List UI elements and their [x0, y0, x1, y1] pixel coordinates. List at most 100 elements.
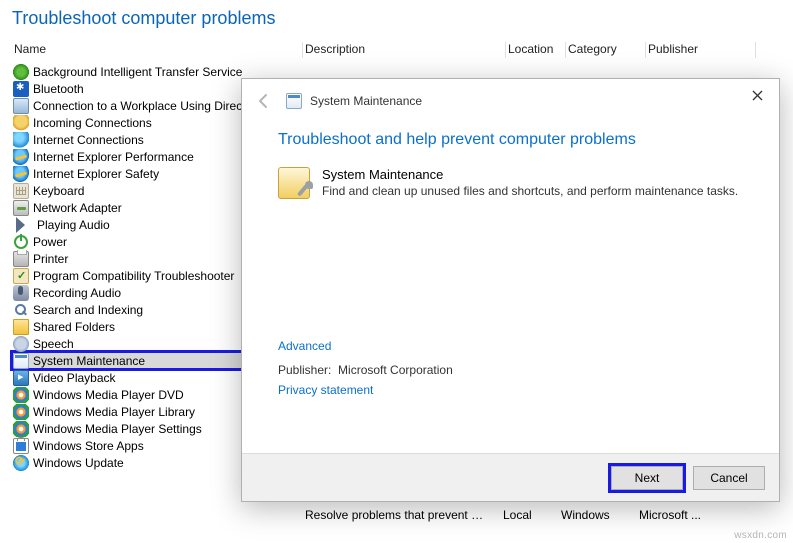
back-button	[252, 89, 276, 113]
video-icon	[13, 370, 29, 386]
list-item-label: Internet Explorer Safety	[33, 167, 159, 181]
list-item[interactable]: Shared Folders	[12, 318, 272, 335]
list-item[interactable]: Search and Indexing	[12, 301, 272, 318]
update-icon	[13, 455, 29, 471]
publisher-value: Microsoft Corporation	[338, 363, 453, 377]
wmp-icon	[13, 421, 29, 437]
list-item[interactable]: Printer	[12, 250, 272, 267]
list-item[interactable]: Windows Media Player Library	[12, 403, 272, 420]
privacy-statement-link[interactable]: Privacy statement	[278, 383, 743, 397]
wizard-header: System Maintenance	[242, 79, 779, 123]
list-item[interactable]: Keyboard	[12, 182, 272, 199]
list-item[interactable]: Windows Store Apps	[12, 437, 272, 454]
advanced-link[interactable]: Advanced	[278, 339, 743, 353]
column-header-category[interactable]: Category	[566, 40, 646, 60]
speech-icon	[13, 336, 29, 352]
list-item[interactable]: Internet Explorer Performance	[12, 148, 272, 165]
list-item-label: Power	[33, 235, 67, 249]
incoming-icon	[13, 115, 29, 131]
cancel-button[interactable]: Cancel	[693, 466, 765, 490]
column-header-name[interactable]: Name	[12, 40, 303, 60]
list-item-label: Program Compatibility Troubleshooter	[33, 269, 234, 283]
list-item-label: Video Playback	[33, 371, 116, 385]
column-header-location[interactable]: Location	[506, 40, 566, 60]
column-header-description[interactable]: Description	[303, 40, 506, 60]
list-item-label: Background Intelligent Transfer Service	[33, 65, 242, 79]
publisher-label: Publisher:	[278, 363, 331, 377]
list-item[interactable]: Connection to a Workplace Using DirectAc…	[12, 97, 272, 114]
list-item[interactable]: Bluetooth	[12, 80, 272, 97]
list-item[interactable]: Windows Update	[12, 454, 272, 471]
audio-icon	[16, 217, 33, 233]
wizard-body: Troubleshoot and help prevent computer p…	[242, 123, 779, 453]
wmp-icon	[13, 387, 29, 403]
list-item-label: Bluetooth	[33, 82, 84, 96]
printer-icon	[13, 251, 29, 267]
list-item[interactable]: Internet Explorer Safety	[12, 165, 272, 182]
power-icon	[13, 234, 29, 250]
close-icon	[752, 90, 763, 101]
next-button[interactable]: Next	[611, 466, 683, 490]
list-item-label: Speech	[33, 337, 74, 351]
table-row[interactable]: Resolve problems that prevent yo... Loca…	[305, 508, 729, 522]
watermark: wsxdn.com	[734, 530, 787, 541]
list-item-label: Recording Audio	[33, 286, 121, 300]
bluetooth-icon	[13, 81, 29, 97]
list-item[interactable]: System Maintenance	[12, 352, 272, 369]
list-item-label: System Maintenance	[33, 354, 145, 368]
list-item[interactable]: Program Compatibility Troubleshooter	[12, 267, 272, 284]
list-item[interactable]: Internet Connections	[12, 131, 272, 148]
cell-publisher: Microsoft ...	[639, 508, 729, 522]
list-item[interactable]: Incoming Connections	[12, 114, 272, 131]
bits-icon	[13, 64, 29, 80]
compat-icon	[13, 268, 29, 284]
wizard-heading: Troubleshoot and help prevent computer p…	[278, 131, 743, 149]
search-icon	[13, 302, 29, 318]
list-item[interactable]: Speech	[12, 335, 272, 352]
list-item[interactable]: Power	[12, 233, 272, 250]
sysm-icon	[13, 353, 29, 369]
list-item[interactable]: Video Playback	[12, 369, 272, 386]
internet-icon	[13, 132, 29, 148]
list-item-label: Windows Update	[33, 456, 124, 470]
system-maintenance-large-icon	[278, 167, 310, 199]
list-item-label: Keyboard	[33, 184, 84, 198]
wizard-item-title: System Maintenance	[322, 167, 738, 182]
wizard-dialog: System Maintenance Troubleshoot and help…	[241, 78, 780, 502]
store-icon	[13, 438, 29, 454]
close-button[interactable]	[737, 81, 777, 109]
list-item[interactable]: Background Intelligent Transfer Service	[12, 63, 272, 80]
list-item-label: Printer	[33, 252, 68, 266]
list-item[interactable]: Recording Audio	[12, 284, 272, 301]
list-item-label: Search and Indexing	[33, 303, 143, 317]
list-item-label: Internet Connections	[33, 133, 144, 147]
list-item[interactable]: Playing Audio	[12, 216, 272, 233]
cell-description: Resolve problems that prevent yo...	[305, 508, 503, 522]
network-icon	[13, 200, 29, 216]
list-item-label: Playing Audio	[37, 218, 110, 232]
list-item[interactable]: Windows Media Player DVD	[12, 386, 272, 403]
ie-icon	[13, 149, 29, 165]
list-item-label: Incoming Connections	[33, 116, 152, 130]
mic-icon	[13, 285, 29, 301]
page-title: Troubleshoot computer problems	[0, 0, 793, 39]
ie-icon	[13, 166, 29, 182]
wizard-footer: Next Cancel	[242, 453, 779, 501]
wizard-item-description: Find and clean up unused files and short…	[322, 184, 738, 198]
list-item[interactable]: Windows Media Player Settings	[12, 420, 272, 437]
list-item-label: Shared Folders	[33, 320, 115, 334]
list-item[interactable]: Network Adapter	[12, 199, 272, 216]
column-header-publisher[interactable]: Publisher	[646, 40, 756, 60]
back-arrow-icon	[255, 92, 273, 110]
list-item-label: Connection to a Workplace Using DirectAc…	[33, 99, 272, 113]
folder-icon	[13, 319, 29, 335]
keyboard-icon	[13, 183, 29, 199]
system-maintenance-icon	[286, 93, 302, 109]
cell-location: Local	[503, 508, 561, 522]
column-headers: Name Description Location Category Publi…	[0, 39, 793, 61]
workplace-icon	[13, 98, 29, 114]
list-item-label: Windows Media Player Library	[33, 405, 195, 419]
list-item-label: Internet Explorer Performance	[33, 150, 194, 164]
list-item-label: Windows Media Player DVD	[33, 388, 184, 402]
list-item-label: Network Adapter	[33, 201, 122, 215]
